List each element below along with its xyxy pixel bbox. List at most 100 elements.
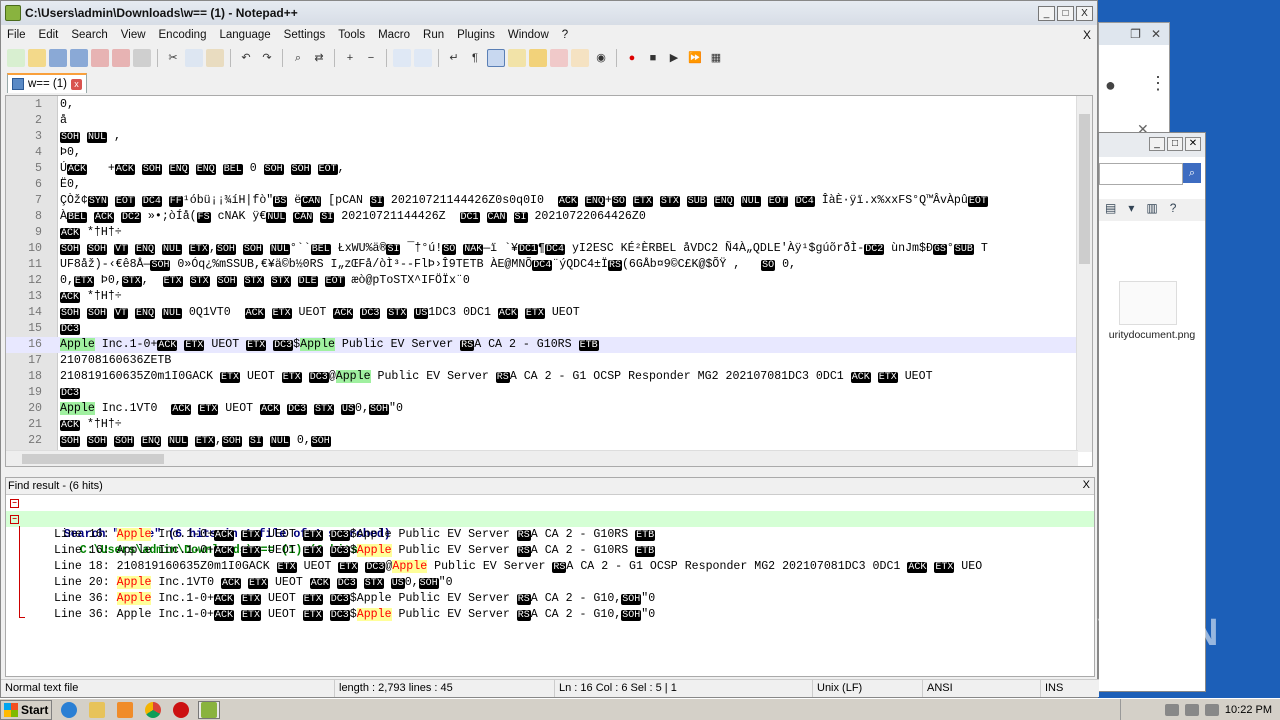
search-hit-row[interactable]: Line 16: Apple Inc.1-0+ACK ETX UEOT ETX … [6,543,1094,559]
save-macro-icon[interactable]: ▦ [707,49,725,67]
close-button[interactable]: ✕ [1185,137,1201,151]
menu-macro[interactable]: Macro [378,29,410,41]
editor-line[interactable]: 2å [6,113,1078,129]
search-hit-row[interactable]: Line 16: Apple Inc.1-0+ACK ETX UEOT ETX … [6,527,1094,543]
search-summary-row[interactable]: − Search "apple" (6 hits in 1 file of 1 … [6,495,1094,541]
start-button[interactable]: Start [0,699,52,720]
search-hit-row[interactable]: Line 36: Apple Inc.1-0+ACK ETX UEOT ETX … [6,607,1094,623]
more-menu-icon[interactable]: ⋮ [1149,73,1167,94]
account-icon[interactable]: ● [1105,75,1116,96]
close-file-icon[interactable] [91,49,109,67]
minimize-button[interactable]: _ [1149,137,1165,151]
editor-line[interactable]: 22 SOH SOH SOH ENQ NUL ETX,SOH SI NUL 0,S… [6,433,1078,449]
new-file-icon[interactable] [7,49,25,67]
editor-line[interactable]: 5 ÚACK +ACK SOH ENQ ENQ BEL 0 SOH SOH EOT… [6,161,1078,177]
maximize-button[interactable]: □ [1167,137,1183,151]
explorer-search-input[interactable] [1099,163,1183,185]
search-icon[interactable]: ⌕ [1183,163,1201,183]
word-wrap-icon[interactable]: ↵ [445,49,463,67]
explorer-icon[interactable] [86,701,108,719]
chrome-icon[interactable] [142,701,164,719]
clock[interactable]: 10:22 PM [1225,704,1272,716]
folder-workspace-icon[interactable] [571,49,589,67]
print-icon[interactable] [133,49,151,67]
menu-view[interactable]: View [121,29,146,41]
open-file-icon[interactable] [28,49,46,67]
flag-icon[interactable] [1204,704,1219,716]
find-icon[interactable]: ⌕ [289,49,307,67]
editor-line[interactable]: 13 ACK *†H†÷ [6,289,1078,305]
editor-line[interactable]: 1 0, [6,97,1078,113]
file-result-row[interactable]: − C:\Users\admin\Downloads\w== (1) (6 hi… [6,511,1094,557]
chevron-down-icon[interactable]: ▾ [1128,201,1134,219]
sync-horizontal-icon[interactable] [414,49,432,67]
menu-help[interactable]: ? [562,29,568,41]
copy-icon[interactable] [185,49,203,67]
doc-map-icon[interactable] [529,49,547,67]
editor-line[interactable]: 8 ÀBEL ACK DC2 »•;òÍå(FS cNAK ÿ€NUL CAN S… [6,209,1078,225]
editor-line[interactable]: 21 ACK *†H†÷ [6,417,1078,433]
menu-language[interactable]: Language [219,29,270,41]
paste-icon[interactable] [206,49,224,67]
zoom-out-icon[interactable]: − [362,49,380,67]
background-browser-window[interactable]: ❐ ✕ ● ⋮ ✕ [1098,22,1170,142]
editor-line[interactable]: 7 ÇÒž¢SYN EOT DC4 FF¹óbü¡¡¾íH|fò"BS ëCAN … [6,193,1078,209]
ie-icon[interactable] [58,701,80,719]
explorer-window[interactable]: _ □ ✕ ⌕ ▤ ▾ ▥ ? uritydocument.png [1098,132,1206,692]
menu-settings[interactable]: Settings [284,29,326,41]
notepad-plus-plus-window[interactable]: C:\Users\admin\Downloads\w== (1) - Notep… [0,0,1099,698]
editor-line[interactable]: 17 210708160636ZETB [6,353,1078,369]
editor-line[interactable]: 18 210819160635Z0m1I0GACK ETX UEOT ETX DC… [6,369,1078,385]
tab-w-1[interactable]: w== (1) x [7,73,87,93]
lang-define-icon[interactable] [508,49,526,67]
editor-line[interactable]: 3 SOH NUL , [6,129,1078,145]
cut-icon[interactable]: ✂ [164,49,182,67]
close-document-button[interactable]: X [1083,28,1091,42]
editor-line[interactable]: 12 0,ETX Þ0,STX, ETX STX SOH STX STX DLE … [6,273,1078,289]
search-hit-row[interactable]: Line 36: Apple Inc.1-0+ACK ETX UEOT ETX … [6,591,1094,607]
function-list-icon[interactable] [550,49,568,67]
view-icon[interactable]: ▤ [1105,201,1116,219]
undo-icon[interactable]: ↶ [237,49,255,67]
tab-close-icon[interactable]: x [71,78,82,90]
editor-pane[interactable]: 1 0, 2 å 3 SOH NUL , 4 Þ0, 5 ÚACK +ACK SOH ENQ EN… [5,95,1093,467]
help-icon[interactable]: ? [1170,201,1177,219]
replace-icon[interactable]: ⇄ [310,49,328,67]
indent-guide-icon[interactable] [487,49,505,67]
editor-line[interactable]: 15 DC3 [6,321,1078,337]
editor-line[interactable]: 14 SOH SOH VT ENQ NUL 0Q1VT0 ACK ETX UEOT… [6,305,1078,321]
sync-vertical-icon[interactable] [393,49,411,67]
file-thumbnail[interactable] [1119,281,1177,325]
security-app-icon[interactable] [170,701,192,719]
search-hit-row[interactable]: Line 18: 210819160635Z0m1I0GACK ETX UEOT… [6,559,1094,575]
maximize-button[interactable]: □ [1057,5,1074,21]
menu-encoding[interactable]: Encoding [159,29,207,41]
editor-line[interactable]: 20 Apple Inc.1VT0 ACK ETX UEOT ACK DC3 ST… [6,401,1078,417]
play-macro-icon[interactable]: ▶ [665,49,683,67]
menu-window[interactable]: Window [508,29,549,41]
save-icon[interactable] [49,49,67,67]
find-results-panel[interactable]: Find result - (6 hits) X − Search "apple… [5,477,1095,677]
menu-edit[interactable]: Edit [39,29,59,41]
editor-line[interactable]: 6 Ë0, [6,177,1078,193]
menu-file[interactable]: File [7,29,26,41]
menu-search[interactable]: Search [71,29,107,41]
close-panel-button[interactable]: X [1083,479,1090,491]
menu-run[interactable]: Run [423,29,444,41]
menu-tools[interactable]: Tools [338,29,365,41]
record-macro-icon[interactable]: ● [623,49,641,67]
menu-plugins[interactable]: Plugins [457,29,495,41]
redo-icon[interactable]: ↷ [258,49,276,67]
minimize-button[interactable]: _ [1038,5,1055,21]
close-icon[interactable]: ✕ [1151,27,1161,41]
stop-macro-icon[interactable]: ■ [644,49,662,67]
preview-pane-icon[interactable]: ▥ [1146,201,1157,219]
notepadpp-taskbar-icon[interactable] [198,700,220,719]
editor-line[interactable]: 10 SOH SOH VT ENQ NUL ETX,SOH SOH NUL°``B… [6,241,1078,257]
editor-line[interactable]: 9 ACK *†H†÷ [6,225,1078,241]
restore-icon[interactable]: ❐ [1130,27,1141,41]
show-all-chars-icon[interactable]: ¶ [466,49,484,67]
scroll-thumb[interactable] [1079,114,1090,264]
volume-icon[interactable] [1184,704,1199,716]
run-macro-multiple-icon[interactable]: ⏩ [686,49,704,67]
